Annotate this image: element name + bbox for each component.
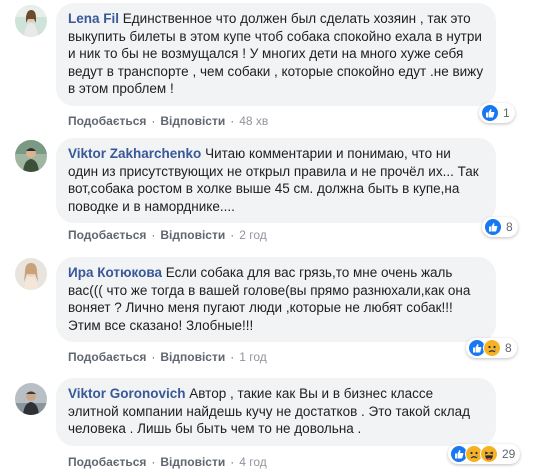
avatar[interactable] — [15, 5, 47, 37]
separator-dot: · — [151, 228, 156, 242]
comment-text: Единственное что должен был сделать хозя… — [68, 11, 484, 96]
reaction-summary[interactable]: 8 — [482, 217, 518, 237]
reaction-summary[interactable]: 1 — [479, 103, 515, 123]
comment-timestamp[interactable]: 4 год — [239, 455, 267, 469]
separator-dot: · — [230, 455, 235, 469]
reaction-count: 29 — [502, 447, 516, 461]
comment-actions: Подобається · Відповісти · 1 год — [68, 350, 267, 364]
comment-actions: Подобається · Відповісти · 2 год — [68, 228, 267, 242]
avatar[interactable] — [15, 383, 47, 415]
avatar[interactable] — [15, 140, 47, 172]
separator-dot: · — [151, 350, 156, 364]
comment-author[interactable]: Ира Котюкова — [68, 265, 162, 280]
like-link[interactable]: Подобається — [68, 455, 146, 469]
like-link[interactable]: Подобається — [68, 228, 146, 242]
comment-timestamp[interactable]: 2 год — [239, 228, 267, 242]
comment-author[interactable]: Viktor Zakharchenko — [68, 146, 201, 161]
comment-actions: Подобається · Відповісти · 4 год — [68, 455, 267, 469]
separator-dot: · — [151, 455, 156, 469]
comment-actions: Подобається · Відповісти · 48 хв — [68, 114, 268, 128]
reply-link[interactable]: Відповісти — [160, 228, 225, 242]
reaction-count: 8 — [505, 341, 512, 355]
like-icon — [481, 104, 499, 122]
comment-author[interactable]: Viktor Goronovich — [68, 386, 186, 401]
reaction-summary[interactable]: 8 — [466, 338, 517, 358]
reaction-count: 1 — [503, 106, 510, 120]
comment-author[interactable]: Lena Fil — [68, 11, 119, 26]
separator-dot: · — [230, 228, 235, 242]
sad-icon — [483, 339, 501, 357]
comment-timestamp[interactable]: 48 хв — [239, 114, 268, 128]
reply-link[interactable]: Відповісти — [160, 455, 225, 469]
comment-bubble: Viktor Goronovich Автор , такие как Вы и… — [56, 378, 496, 446]
comment-bubble: Ира Котюкова Если собака для вас грязь,т… — [56, 257, 496, 342]
reply-link[interactable]: Відповісти — [160, 350, 225, 364]
comment-bubble: Lena Fil Единственное что должен был сде… — [56, 3, 496, 106]
reaction-count: 8 — [506, 220, 513, 234]
comment-timestamp[interactable]: 1 год — [239, 350, 267, 364]
haha-icon — [480, 445, 498, 463]
separator-dot: · — [230, 350, 235, 364]
reaction-summary[interactable]: 29 — [448, 444, 521, 464]
avatar[interactable] — [15, 258, 47, 290]
like-icon — [484, 218, 502, 236]
like-link[interactable]: Подобається — [68, 350, 146, 364]
comment-bubble: Viktor Zakharchenko Читаю комментарии и … — [56, 138, 496, 223]
reply-link[interactable]: Відповісти — [160, 114, 225, 128]
like-link[interactable]: Подобається — [68, 114, 146, 128]
separator-dot: · — [151, 114, 156, 128]
separator-dot: · — [230, 114, 235, 128]
